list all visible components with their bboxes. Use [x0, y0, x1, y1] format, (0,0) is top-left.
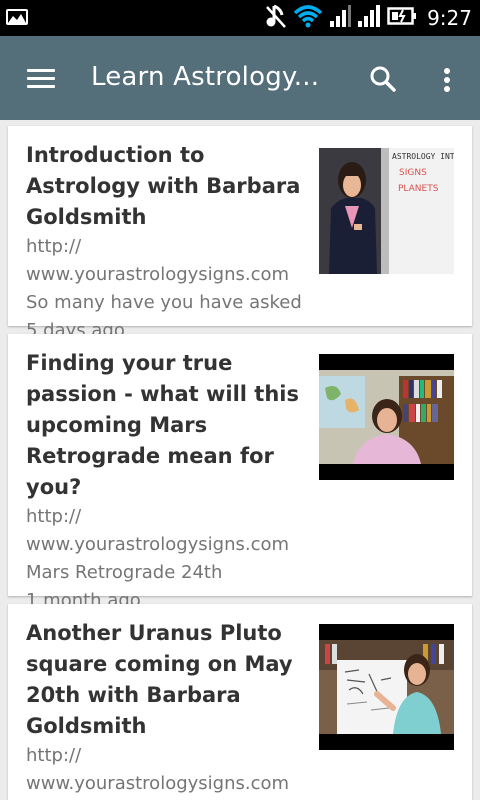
music-muted-icon — [265, 3, 287, 33]
signal-icon — [357, 4, 381, 32]
wifi-icon — [293, 4, 323, 32]
article-title: Finding your true passion - what will th… — [26, 351, 299, 499]
article-url: http:// — [26, 236, 82, 257]
status-bar: 9:27 — [0, 0, 480, 36]
more-vert-icon[interactable] — [436, 62, 458, 96]
search-icon[interactable] — [366, 62, 400, 96]
article-excerpt: So many have you have asked — [26, 292, 302, 313]
article-url: www.yourastrologysigns.com — [26, 534, 290, 555]
thumb-text: ASTROLOGY INT — [392, 152, 454, 161]
article-excerpt: Mars Retrograde 24th — [26, 562, 223, 583]
article-url: http:// — [26, 745, 82, 766]
thumb-text: SIGNS — [399, 168, 427, 178]
list-item[interactable]: Another Uranus Pluto square coming on Ma… — [8, 604, 472, 800]
list-item[interactable]: Finding your true passion - what will th… — [8, 334, 472, 611]
article-url: www.yourastrologysigns.com — [26, 264, 290, 285]
thumb-text: PLANETS — [398, 184, 439, 194]
page-title: Learn Astrology... — [91, 62, 320, 92]
article-url: http:// — [26, 506, 82, 527]
clock-time: 9:27 — [427, 6, 472, 30]
signal-icon — [329, 4, 352, 32]
article-url: www.yourastrologysigns.com — [26, 773, 290, 794]
hamburger-menu-icon[interactable] — [24, 64, 58, 92]
article-title: Another Uranus Pluto square coming on Ma… — [26, 621, 293, 738]
list-item[interactable]: Introduction to Astrology with Barbara G… — [8, 126, 472, 341]
video-thumbnail[interactable] — [319, 354, 454, 480]
battery-icon — [387, 5, 417, 31]
gallery-icon — [6, 9, 28, 25]
video-thumbnail[interactable] — [319, 624, 454, 750]
app-bar: Learn Astrology... — [0, 36, 480, 120]
video-thumbnail[interactable]: ASTROLOGY INT SIGNS PLANETS — [319, 148, 454, 274]
article-title: Introduction to Astrology with Barbara G… — [26, 143, 301, 229]
